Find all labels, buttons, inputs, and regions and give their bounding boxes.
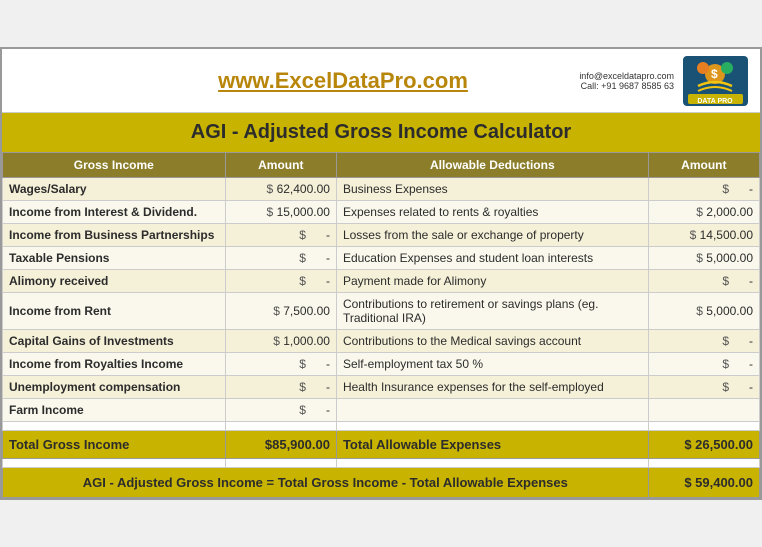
deduction-label: Payment made for Alimony <box>336 270 648 293</box>
deduction-label <box>336 399 648 422</box>
agi-amount: $ 59,400.00 <box>648 468 759 498</box>
col-header-gross: Gross Income <box>3 153 226 178</box>
agi-table: Gross Income Amount Allowable Deductions… <box>2 152 760 498</box>
agi-row: AGI - Adjusted Gross Income = Total Gros… <box>3 468 760 498</box>
svg-text:$: $ <box>711 67 718 81</box>
table-row: Capital Gains of Investments$ 1,000.00Co… <box>3 330 760 353</box>
main-title: AGI - Adjusted Gross Income Calculator <box>191 121 571 143</box>
gross-amount: $ - <box>225 353 336 376</box>
deduction-label: Health Insurance expenses for the self-e… <box>336 376 648 399</box>
agi-label: AGI - Adjusted Gross Income = Total Gros… <box>3 468 649 498</box>
total-deduction-amount: $ 26,500.00 <box>648 431 759 459</box>
deduction-label: Expenses related to rents & royalties <box>336 201 648 224</box>
gross-amount: $ - <box>225 224 336 247</box>
deduction-amount: $ 5,000.00 <box>648 293 759 330</box>
gross-income-label: Income from Rent <box>3 293 226 330</box>
gross-income-label: Unemployment compensation <box>3 376 226 399</box>
spacer-row-2 <box>3 459 760 468</box>
table-row: Income from Interest & Dividend.$ 15,000… <box>3 201 760 224</box>
deduction-label: Business Expenses <box>336 178 648 201</box>
table-row: Taxable Pensions$ -Education Expenses an… <box>3 247 760 270</box>
col-header-amount2: Amount <box>648 153 759 178</box>
deduction-label: Contributions to the Medical savings acc… <box>336 330 648 353</box>
deduction-amount: $ 5,000.00 <box>648 247 759 270</box>
gross-amount: $ 7,500.00 <box>225 293 336 330</box>
table-row: Alimony received$ -Payment made for Alim… <box>3 270 760 293</box>
deduction-amount: $ 2,000.00 <box>648 201 759 224</box>
gross-income-label: Wages/Salary <box>3 178 226 201</box>
main-container: www.ExcelDataPro.com info@exceldatapro.c… <box>0 47 762 500</box>
logo: $ DATA PRO <box>680 53 750 108</box>
gross-amount: $ 62,400.00 <box>225 178 336 201</box>
table-row: Income from Rent$ 7,500.00Contributions … <box>3 293 760 330</box>
deduction-label: Education Expenses and student loan inte… <box>336 247 648 270</box>
main-title-row: AGI - Adjusted Gross Income Calculator <box>2 113 760 152</box>
table-row: Wages/Salary$ 62,400.00Business Expenses… <box>3 178 760 201</box>
gross-income-label: Income from Royalties Income <box>3 353 226 376</box>
contact-info: info@exceldatapro.com Call: +91 9687 858… <box>544 71 674 91</box>
deduction-amount: $ - <box>648 376 759 399</box>
gross-income-label: Capital Gains of Investments <box>3 330 226 353</box>
deduction-amount: $ - <box>648 270 759 293</box>
gross-income-label: Income from Interest & Dividend. <box>3 201 226 224</box>
col-header-deductions: Allowable Deductions <box>336 153 648 178</box>
total-gross-label: Total Gross Income <box>3 431 226 459</box>
gross-amount: $ - <box>225 399 336 422</box>
gross-amount: $ - <box>225 376 336 399</box>
col-header-amount1: Amount <box>225 153 336 178</box>
table-row: Unemployment compensation$ -Health Insur… <box>3 376 760 399</box>
total-gross-amount: $85,900.00 <box>225 431 336 459</box>
gross-income-label: Income from Business Partnerships <box>3 224 226 247</box>
deduction-amount <box>648 399 759 422</box>
header: www.ExcelDataPro.com info@exceldatapro.c… <box>2 49 760 113</box>
table-row: Income from Royalties Income$ -Self-empl… <box>3 353 760 376</box>
gross-income-label: Alimony received <box>3 270 226 293</box>
gross-amount: $ 1,000.00 <box>225 330 336 353</box>
deduction-amount: $ - <box>648 353 759 376</box>
svg-text:DATA PRO: DATA PRO <box>697 98 733 105</box>
deduction-label: Self-employment tax 50 % <box>336 353 648 376</box>
deduction-label: Losses from the sale or exchange of prop… <box>336 224 648 247</box>
deduction-label: Contributions to retirement or savings p… <box>336 293 648 330</box>
table-row: Income from Business Partnerships$ -Loss… <box>3 224 760 247</box>
gross-income-label: Taxable Pensions <box>3 247 226 270</box>
gross-amount: $ - <box>225 270 336 293</box>
deduction-amount: $ - <box>648 330 759 353</box>
total-row: Total Gross Income$85,900.00Total Allowa… <box>3 431 760 459</box>
deduction-amount: $ 14,500.00 <box>648 224 759 247</box>
deduction-amount: $ - <box>648 178 759 201</box>
website-title: www.ExcelDataPro.com <box>142 68 544 94</box>
gross-income-label: Farm Income <box>3 399 226 422</box>
gross-amount: $ - <box>225 247 336 270</box>
table-row: Farm Income$ - <box>3 399 760 422</box>
total-deduction-label: Total Allowable Expenses <box>336 431 648 459</box>
gross-amount: $ 15,000.00 <box>225 201 336 224</box>
spacer-row <box>3 422 760 431</box>
